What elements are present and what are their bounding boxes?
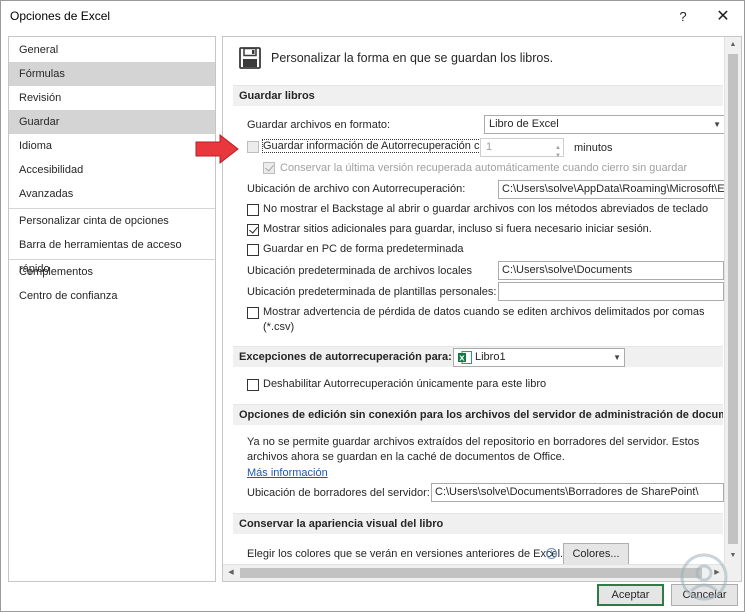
exceptions-workbook-value: Libro1	[475, 351, 506, 363]
options-main-panel: Personalizar la forma en que se guardan …	[222, 36, 742, 582]
offline-text-line-2: archivos ahora se guardan en la caché de…	[247, 451, 565, 463]
csv-warning-label: Mostrar advertencia de pérdida de datos …	[263, 306, 705, 318]
section-offline-editing: Opciones de edición sin conexión para lo…	[233, 404, 723, 425]
minutes-label: minutos	[574, 142, 613, 154]
close-button[interactable]: ✕	[705, 1, 741, 31]
exceptions-title: Excepciones de autorrecuperación para:	[239, 351, 452, 363]
no-backstage-checkbox[interactable]	[247, 204, 259, 216]
default-location-input[interactable]: C:\Users\solve\Documents	[498, 261, 724, 280]
offline-text-line-1: Ya no se permite guardar archivos extraí…	[247, 436, 700, 448]
sidebar-item-avanzadas[interactable]: Avanzadas	[9, 182, 215, 206]
save-icon	[239, 47, 261, 69]
autorecover-location-label: Ubicación de archivo con Autorrecuperaci…	[247, 183, 466, 195]
options-sidebar: General Fórmulas Revisión Guardar Idioma…	[8, 36, 216, 582]
disable-autorecover-checkbox[interactable]	[247, 379, 259, 391]
chevron-down-icon: ▼	[613, 353, 621, 362]
sidebar-item-revision[interactable]: Revisión	[9, 86, 215, 110]
dialog-title: Opciones de Excel	[10, 9, 111, 23]
scroll-up-icon[interactable]: ▲	[725, 37, 741, 53]
format-select[interactable]: Libro de Excel ▼	[484, 115, 725, 134]
section-guardar-libros: Guardar libros	[233, 85, 723, 106]
csv-warning-checkbox[interactable]	[247, 307, 259, 319]
drafts-location-input[interactable]: C:\Users\solve\Documents\Borradores de S…	[431, 483, 724, 502]
accept-button[interactable]: Aceptar	[597, 584, 664, 606]
show-sites-checkbox[interactable]	[247, 224, 259, 236]
save-pc-label: Guardar en PC de forma predeterminada	[263, 243, 464, 255]
sidebar-item-centro-confianza[interactable]: Centro de confianza	[9, 284, 215, 308]
autorecover-checkbox[interactable]	[247, 141, 259, 153]
disable-autorecover-label: Deshabilitar Autorrecuperación únicament…	[263, 378, 547, 390]
colors-button[interactable]: Colores...	[563, 543, 629, 564]
templates-location-input[interactable]	[498, 282, 724, 301]
chevron-down-icon: ▼	[713, 120, 721, 129]
more-info-link[interactable]: Más información	[247, 467, 328, 479]
vertical-scroll-thumb[interactable]	[728, 54, 738, 544]
sidebar-item-personalizar-cinta[interactable]: Personalizar cinta de opciones	[9, 209, 215, 233]
sidebar-item-barra-acceso-rapido[interactable]: Barra de herramientas de acceso rápido	[9, 233, 215, 275]
sidebar-item-formulas[interactable]: Fórmulas	[9, 62, 215, 86]
autorecover-label: Guardar información de Autorrecuperación…	[262, 139, 499, 153]
sidebar-item-complementos[interactable]: Complementos	[9, 260, 215, 284]
templates-location-label: Ubicación predeterminada de plantillas p…	[247, 286, 497, 298]
horizontal-scroll-thumb[interactable]	[240, 568, 702, 578]
page-title: Personalizar la forma en que se guardan …	[271, 51, 554, 65]
sidebar-item-guardar[interactable]: Guardar	[9, 110, 215, 134]
save-pc-checkbox[interactable]	[247, 244, 259, 256]
no-backstage-label: No mostrar el Backstage al abrir o guard…	[263, 203, 709, 215]
page-heading: Personalizar la forma en que se guardan …	[239, 43, 553, 73]
horizontal-scrollbar[interactable]: ◀ ▶	[223, 564, 725, 581]
exceptions-workbook-select[interactable]: X Libro1 ▼	[453, 348, 625, 367]
title-bar: Opciones de Excel ? ✕	[1, 1, 744, 32]
options-content: Personalizar la forma en que se guardan …	[223, 37, 725, 564]
watermark-logo-icon	[680, 553, 728, 601]
keep-last-version-label: Conservar la última versión recuperada a…	[280, 162, 688, 174]
sidebar-item-general[interactable]: General	[9, 38, 215, 62]
excel-options-dialog: Opciones de Excel ? ✕ General Fórmulas R…	[0, 0, 745, 612]
format-label: Guardar archivos en formato:	[247, 119, 391, 131]
autorecover-minutes-spinner[interactable]: 1 ▲ ▼	[480, 138, 564, 159]
keep-last-version-checkbox[interactable]	[263, 162, 275, 174]
autorecover-minutes-value: 1	[486, 141, 493, 153]
autorecover-location-input[interactable]: C:\Users\solve\AppData\Roaming\Microsoft…	[498, 180, 725, 199]
show-sites-label: Mostrar sitios adicionales para guardar,…	[263, 223, 652, 235]
excel-icon: X	[458, 351, 472, 364]
default-location-label: Ubicación predeterminada de archivos loc…	[247, 265, 473, 277]
csv-warning-label-cont: (*.csv)	[263, 321, 295, 333]
info-icon: i	[546, 548, 557, 559]
section-visual-appearance: Conservar la apariencia visual del libro	[233, 513, 723, 534]
help-button[interactable]: ?	[665, 1, 701, 31]
format-select-value: Libro de Excel	[489, 118, 559, 130]
svg-text:X: X	[459, 355, 465, 363]
red-arrow-icon	[195, 134, 239, 164]
vertical-scrollbar[interactable]: ▲ ▼	[724, 37, 741, 564]
scroll-left-icon[interactable]: ◀	[223, 565, 239, 581]
colors-label: Elegir los colores que se verán en versi…	[247, 548, 564, 560]
sidebar-item-accesibilidad[interactable]: Accesibilidad	[9, 158, 215, 182]
sidebar-item-idioma[interactable]: Idioma	[9, 134, 215, 158]
drafts-location-label: Ubicación de borradores del servidor:	[247, 487, 430, 499]
